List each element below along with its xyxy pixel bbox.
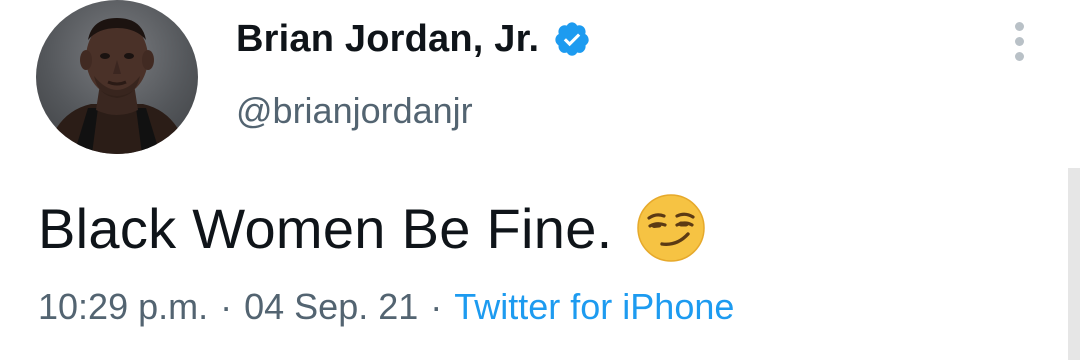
tweet-date[interactable]: 04 Sep. 21 [244,286,418,328]
tweet-meta: 10:29 p.m. · 04 Sep. 21 · Twitter for iP… [38,286,734,328]
tweet-source-link[interactable]: Twitter for iPhone [454,286,734,328]
menu-dot [1014,36,1024,46]
tweet-body: Black Women Be Fine. [38,192,707,264]
more-vertical-icon[interactable] [1004,16,1034,66]
avatar-photo-icon [46,18,188,154]
author-handle[interactable]: @brianjordanjr [236,90,473,132]
smirking-face-emoji-icon [635,192,707,264]
author-display-name[interactable]: Brian Jordan, Jr. [236,18,539,61]
verified-badge-icon [553,20,591,58]
tweet-text: Black Women Be Fine. [38,196,613,260]
tweet-time[interactable]: 10:29 p.m. [38,286,208,328]
author-avatar[interactable] [36,0,198,154]
meta-separator: · [220,286,233,327]
scrollbar[interactable] [1068,168,1080,360]
menu-dot [1014,21,1024,31]
meta-separator: · [430,286,443,327]
menu-dot [1014,51,1024,61]
author-name-row[interactable]: Brian Jordan, Jr. [236,14,591,64]
tweet-card: Brian Jordan, Jr. @brianjordanjr Black W… [0,0,1080,360]
